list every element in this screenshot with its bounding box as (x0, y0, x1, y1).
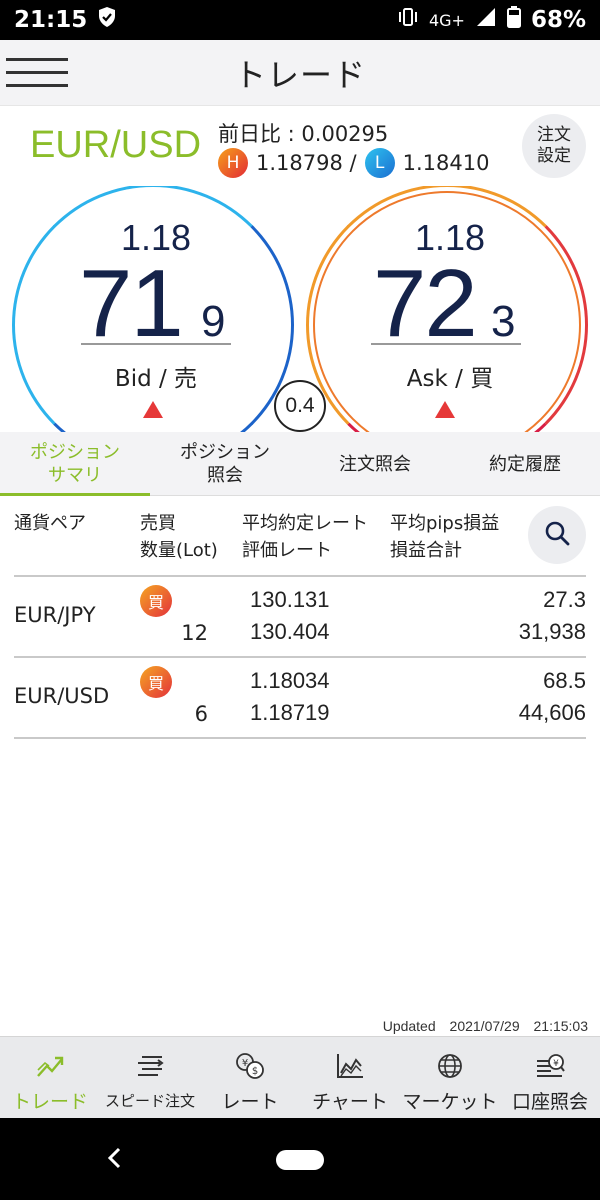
rate-icon: ¥ $ (234, 1051, 266, 1081)
signal-icon (475, 7, 497, 33)
system-nav-bar (0, 1118, 600, 1200)
nav-chart[interactable]: チャート (300, 1037, 400, 1119)
tab-bar: ポジション サマリ ポジション 照会 注文照会 約定履歴 (0, 432, 600, 497)
bottom-nav: トレード スピード注文 ¥ $ レート チャート マーケット ¥ 口座照会 (0, 1036, 600, 1118)
bid-label: Bid / 売 (114, 366, 198, 392)
menu-icon[interactable] (6, 58, 68, 88)
status-time: 21:15 (14, 7, 88, 33)
nav-trade[interactable]: トレード (0, 1037, 100, 1119)
updated-date: 2021/07/29 (449, 1018, 520, 1034)
nav-account[interactable]: ¥ 口座照会 (500, 1037, 600, 1119)
search-icon (543, 519, 571, 552)
network-type: 4G+ (428, 10, 465, 30)
header-pair: 通貨ペア (14, 513, 86, 534)
vibrate-icon (397, 7, 419, 33)
speed-order-icon (134, 1051, 166, 1081)
battery-level: 68% (530, 7, 586, 33)
header-pl: 平均pips損益 損益合計 (390, 513, 500, 561)
nav-rate[interactable]: ¥ $ レート (200, 1037, 300, 1119)
row-avg-rate: 1.18034 (250, 668, 330, 693)
search-button[interactable] (528, 506, 586, 564)
row-pair: EUR/JPY (14, 603, 96, 627)
svg-text:$: $ (252, 1066, 258, 1077)
order-settings-button[interactable]: 注文 設定 (522, 114, 586, 178)
nav-speed-order[interactable]: スピード注文 (100, 1037, 200, 1119)
table-header: 通貨ペア 売買 数量(Lot) 平均約定レート 評価レート 平均pips損益 損… (0, 496, 600, 576)
tab-execution-history[interactable]: 約定履歴 (450, 432, 600, 496)
row-pips: 27.3 (543, 587, 586, 612)
updated-time: 21:15:03 (533, 1018, 589, 1034)
row-eval-rate: 1.18719 (250, 700, 330, 725)
row-lot: 6 (194, 702, 208, 726)
tab-position-inquiry[interactable]: ポジション 照会 (150, 432, 300, 496)
ask-up-arrow-icon (435, 401, 455, 418)
account-icon: ¥ (534, 1051, 566, 1081)
spread-value: 0.4 (274, 380, 326, 432)
table-row[interactable]: EUR/USD 買 6 1.18034 1.18719 68.5 44,606 (0, 658, 600, 738)
ask-label: Ask / 買 (406, 366, 494, 392)
high-value: 1.18798 / (256, 151, 357, 175)
row-pips: 68.5 (543, 668, 586, 693)
order-settings-label: 注文 設定 (537, 125, 571, 166)
tab-order-inquiry[interactable]: 注文照会 (300, 432, 450, 496)
app-bar: トレード (0, 40, 600, 106)
low-value: 1.18410 (402, 151, 490, 175)
ask-prefix: 1.18 (414, 217, 486, 258)
nav-chart-label: チャート (312, 1091, 388, 1113)
nav-rate-label: レート (221, 1091, 279, 1113)
nav-market[interactable]: マーケット (400, 1037, 500, 1119)
bid-small-digit: 9 (201, 297, 226, 346)
row-pl-total: 44,606 (518, 700, 586, 725)
pair-info: EUR/USD 前日比 : 0.00295 H 1.18798 / L 1.18… (0, 106, 600, 186)
table-row[interactable]: EUR/JPY 買 12 130.131 130.404 27.3 31,938 (0, 577, 600, 657)
ask-big-digits: 72 (373, 250, 478, 357)
svg-text:¥: ¥ (553, 1059, 559, 1069)
row-lot: 12 (181, 621, 208, 645)
bid-button[interactable]: 1.18 71 9 Bid / 売 (12, 186, 294, 432)
home-button[interactable] (276, 1150, 324, 1170)
header-side-qty: 売買 数量(Lot) (140, 513, 218, 561)
trend-icon (35, 1051, 65, 1081)
row-eval-rate: 130.404 (250, 619, 330, 644)
ask-button[interactable]: 1.18 72 3 Ask / 買 (306, 186, 588, 432)
day-change: 前日比 : 0.00295 (218, 122, 389, 146)
shield-icon (97, 6, 117, 34)
nav-speed-order-label: スピード注文 (104, 1092, 195, 1110)
divider (14, 737, 586, 739)
back-icon[interactable] (104, 1144, 124, 1179)
battery-icon (506, 6, 521, 34)
row-pair: EUR/USD (14, 684, 110, 708)
updated-timestamp: Updated 2021/07/29 21:15:03 (373, 1018, 588, 1034)
buy-badge-icon: 買 (140, 666, 172, 698)
nav-market-label: マーケット (402, 1091, 498, 1113)
nav-account-label: 口座照会 (511, 1091, 588, 1113)
bid-divider (81, 343, 231, 345)
row-avg-rate: 130.131 (250, 587, 330, 612)
quote-panel: 1.18 71 9 Bid / 売 1.18 72 3 Ask / 買 0.4 (0, 186, 600, 432)
low-badge-icon: L (364, 148, 395, 178)
tab-position-summary[interactable]: ポジション サマリ (0, 432, 150, 497)
ask-small-digit: 3 (491, 297, 516, 346)
currency-pair[interactable]: EUR/USD (30, 124, 201, 167)
nav-trade-label: トレード (11, 1091, 88, 1113)
ask-divider (371, 343, 521, 345)
page-title: トレード (233, 55, 366, 94)
buy-badge-icon: 買 (140, 585, 172, 617)
header-rates: 平均約定レート 評価レート (242, 513, 368, 561)
high-low: H 1.18798 / L 1.18410 (218, 148, 489, 178)
high-badge-icon: H (218, 148, 248, 178)
updated-label: Updated (382, 1018, 436, 1034)
row-pl-total: 31,938 (518, 619, 586, 644)
chart-icon (335, 1051, 365, 1081)
bid-up-arrow-icon (143, 401, 163, 418)
globe-icon (435, 1051, 465, 1081)
status-bar: 21:15 4G+ 68% (0, 0, 600, 40)
